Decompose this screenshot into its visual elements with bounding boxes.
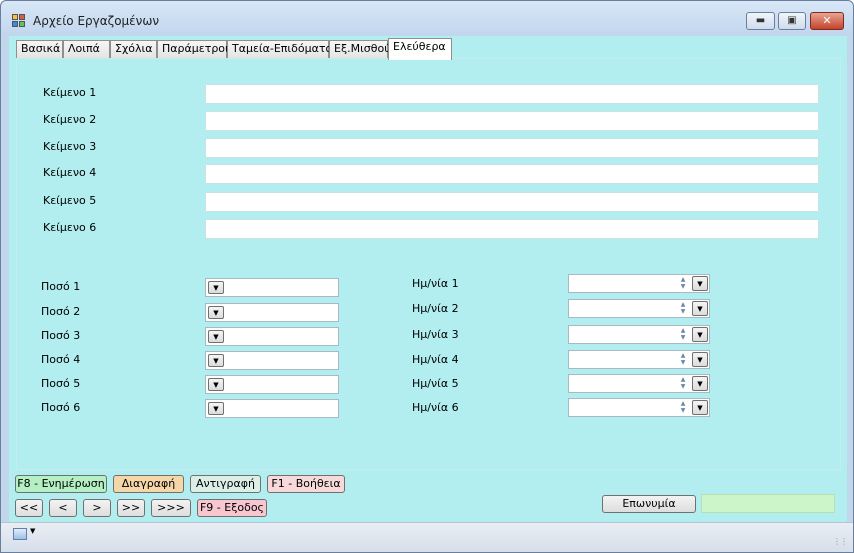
last-record-button[interactable]: >>>: [151, 499, 191, 517]
date-label: Ημ/νία 5: [412, 377, 459, 390]
tab-eleuthera[interactable]: Ελεύθερα: [388, 38, 452, 60]
text-field-3-input[interactable]: [205, 138, 819, 158]
amount-5-combo[interactable]: ▼: [205, 375, 339, 394]
calendar-dropdown-icon[interactable]: ▼: [692, 276, 708, 291]
copy-button[interactable]: Αντιγραφή: [190, 475, 261, 493]
app-window: Αρχείο Εργαζομένων ▬ ▣ ✕ Βασικά Λοιπά Σχ…: [0, 0, 854, 553]
tab-vasika[interactable]: Βασικά: [16, 40, 63, 58]
tab-tameia-epidomata[interactable]: Ταμεία-Επιδόματα: [227, 40, 333, 58]
text-field-4-input[interactable]: [205, 164, 819, 184]
amount-2-combo[interactable]: ▼: [205, 303, 339, 322]
surname-field[interactable]: [701, 494, 835, 513]
amount-4-combo[interactable]: ▼: [205, 351, 339, 370]
dropdown-arrow-icon[interactable]: ▼: [30, 527, 35, 535]
next-record-button[interactable]: >: [83, 499, 111, 517]
chevron-down-icon[interactable]: ▼: [208, 306, 224, 319]
date-1-picker[interactable]: ▲ ▼ ▼: [568, 274, 710, 293]
text-field-1-input[interactable]: [205, 84, 819, 104]
date-5-picker[interactable]: ▲ ▼ ▼: [568, 374, 710, 393]
amount-3-combo[interactable]: ▼: [205, 327, 339, 346]
spin-arrows-icon[interactable]: ▲ ▼: [676, 301, 690, 316]
text-field-5-input[interactable]: [205, 192, 819, 212]
free-fields-panel: Κείμενο 1 Κείμενο 2 Κείμενο 3 Κείμενο 4 …: [16, 58, 841, 470]
chevron-down-icon[interactable]: ▼: [208, 378, 224, 391]
text-field-label: Κείμενο 4: [43, 166, 97, 179]
text-field-2-input[interactable]: [205, 111, 819, 131]
exit-button[interactable]: F9 - Εξοδος: [197, 499, 267, 517]
maximize-button[interactable]: ▣: [778, 12, 806, 30]
title-bar: Αρχείο Εργαζομένων ▬ ▣ ✕: [1, 1, 853, 35]
spin-arrows-icon[interactable]: ▲ ▼: [676, 400, 690, 415]
date-3-picker[interactable]: ▲ ▼ ▼: [568, 325, 710, 344]
calendar-dropdown-icon[interactable]: ▼: [692, 352, 708, 367]
calendar-dropdown-icon[interactable]: ▼: [692, 301, 708, 316]
calendar-dropdown-icon[interactable]: ▼: [692, 376, 708, 391]
amount-label: Ποσό 3: [41, 329, 81, 342]
date-label: Ημ/νία 3: [412, 328, 459, 341]
chevron-down-icon[interactable]: ▼: [208, 402, 224, 415]
first-record-button[interactable]: <<: [15, 499, 43, 517]
chevron-down-icon[interactable]: ▼: [208, 281, 224, 294]
status-bar: ▼ ⋮⋮: [1, 522, 853, 552]
date-6-picker[interactable]: ▲ ▼ ▼: [568, 398, 710, 417]
help-button[interactable]: F1 - Βοήθεια: [267, 475, 345, 493]
tab-parametroi[interactable]: Παράμετροι: [157, 40, 229, 58]
amount-label: Ποσό 2: [41, 305, 81, 318]
minimize-button[interactable]: ▬: [746, 12, 775, 30]
date-label: Ημ/νία 1: [412, 277, 459, 290]
window-title: Αρχείο Εργαζομένων: [33, 14, 160, 28]
spin-arrows-icon[interactable]: ▲ ▼: [676, 276, 690, 291]
amount-label: Ποσό 1: [41, 280, 81, 293]
amount-label: Ποσό 6: [41, 401, 81, 414]
previous-record-button[interactable]: <: [49, 499, 77, 517]
update-button[interactable]: F8 - Ενημέρωση: [15, 475, 107, 493]
maximize-icon: ▣: [787, 15, 797, 26]
calendar-dropdown-icon[interactable]: ▼: [692, 400, 708, 415]
date-4-picker[interactable]: ▲ ▼ ▼: [568, 350, 710, 369]
spin-arrows-icon[interactable]: ▲ ▼: [676, 327, 690, 342]
text-field-label: Κείμενο 1: [43, 86, 97, 99]
tab-sxolia[interactable]: Σχόλια: [110, 40, 157, 58]
date-label: Ημ/νία 2: [412, 302, 459, 315]
amount-1-combo[interactable]: ▼: [205, 278, 339, 297]
picture-icon[interactable]: [13, 528, 27, 540]
date-2-picker[interactable]: ▲ ▼ ▼: [568, 299, 710, 318]
app-icon: [12, 14, 26, 28]
delete-button[interactable]: Διαγραφή: [113, 475, 184, 493]
chevron-down-icon[interactable]: ▼: [208, 330, 224, 343]
close-button[interactable]: ✕: [810, 12, 844, 30]
date-label: Ημ/νία 4: [412, 353, 459, 366]
surname-button[interactable]: Επωνυμία: [602, 495, 696, 513]
resize-grip-icon[interactable]: ⋮⋮: [833, 537, 848, 546]
spin-arrows-icon[interactable]: ▲ ▼: [676, 376, 690, 391]
chevron-down-icon[interactable]: ▼: [208, 354, 224, 367]
calendar-dropdown-icon[interactable]: ▼: [692, 327, 708, 342]
minimize-icon: ▬: [755, 15, 766, 26]
text-field-label: Κείμενο 5: [43, 194, 97, 207]
amount-label: Ποσό 4: [41, 353, 81, 366]
close-icon: ✕: [822, 14, 832, 27]
client-area: Βασικά Λοιπά Σχόλια Παράμετροι Ταμεία-Επ…: [9, 36, 847, 545]
tab-ex-misthou[interactable]: Εξ.Μισθού: [329, 40, 391, 58]
spin-arrows-icon[interactable]: ▲ ▼: [676, 352, 690, 367]
date-label: Ημ/νία 6: [412, 401, 459, 414]
amount-6-combo[interactable]: ▼: [205, 399, 339, 418]
tab-loipa[interactable]: Λοιπά: [63, 40, 110, 58]
text-field-label: Κείμενο 6: [43, 221, 97, 234]
text-field-label: Κείμενο 2: [43, 113, 97, 126]
next-page-button[interactable]: >>: [117, 499, 145, 517]
amount-label: Ποσό 5: [41, 377, 81, 390]
text-field-label: Κείμενο 3: [43, 140, 97, 153]
text-field-6-input[interactable]: [205, 219, 819, 239]
